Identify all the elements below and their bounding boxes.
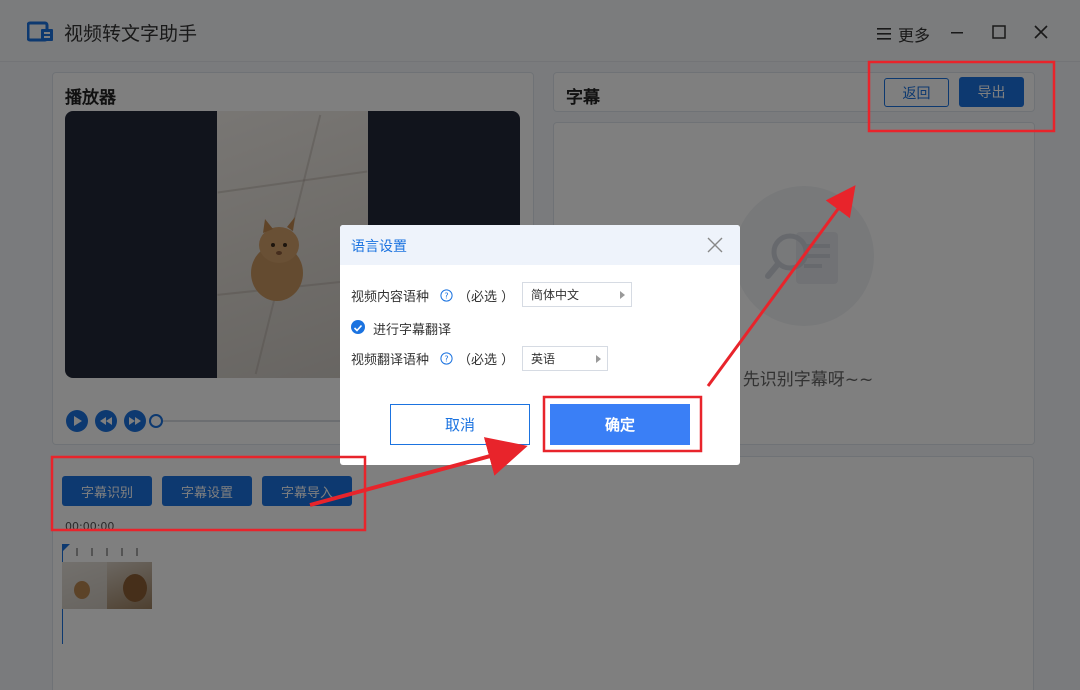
content-language-value: 简体中文 bbox=[531, 288, 580, 302]
required-hint: （必选 ） bbox=[458, 353, 515, 368]
translate-label: 进行字幕翻译 bbox=[373, 323, 452, 338]
content-language-label: 视频内容语种 bbox=[351, 290, 430, 305]
translate-language-select[interactable]: 英语 bbox=[522, 346, 608, 371]
translate-language-value: 英语 bbox=[531, 352, 556, 366]
confirm-button[interactable]: 确定 bbox=[550, 404, 690, 445]
dialog-header: 语言设置 bbox=[340, 225, 740, 265]
language-settings-dialog: 语言设置 视频内容语种 ? （必选 ） 简体中文 进行字幕翻译 视频翻译语种 ?… bbox=[340, 225, 740, 465]
translate-language-label: 视频翻译语种 bbox=[351, 353, 430, 368]
caret-right-icon bbox=[620, 291, 625, 299]
help-icon[interactable]: ? bbox=[440, 289, 453, 302]
help-icon[interactable]: ? bbox=[440, 352, 453, 365]
caret-right-icon bbox=[596, 355, 601, 363]
dialog-title: 语言设置 bbox=[351, 239, 407, 255]
svg-text:?: ? bbox=[444, 292, 448, 301]
content-language-select[interactable]: 简体中文 bbox=[522, 282, 632, 307]
check-icon bbox=[353, 324, 363, 332]
cancel-button[interactable]: 取消 bbox=[390, 404, 530, 445]
translate-checkbox[interactable] bbox=[351, 320, 365, 334]
dialog-close-icon[interactable] bbox=[706, 236, 724, 254]
required-hint: （必选 ） bbox=[458, 290, 515, 305]
svg-text:?: ? bbox=[444, 355, 448, 364]
